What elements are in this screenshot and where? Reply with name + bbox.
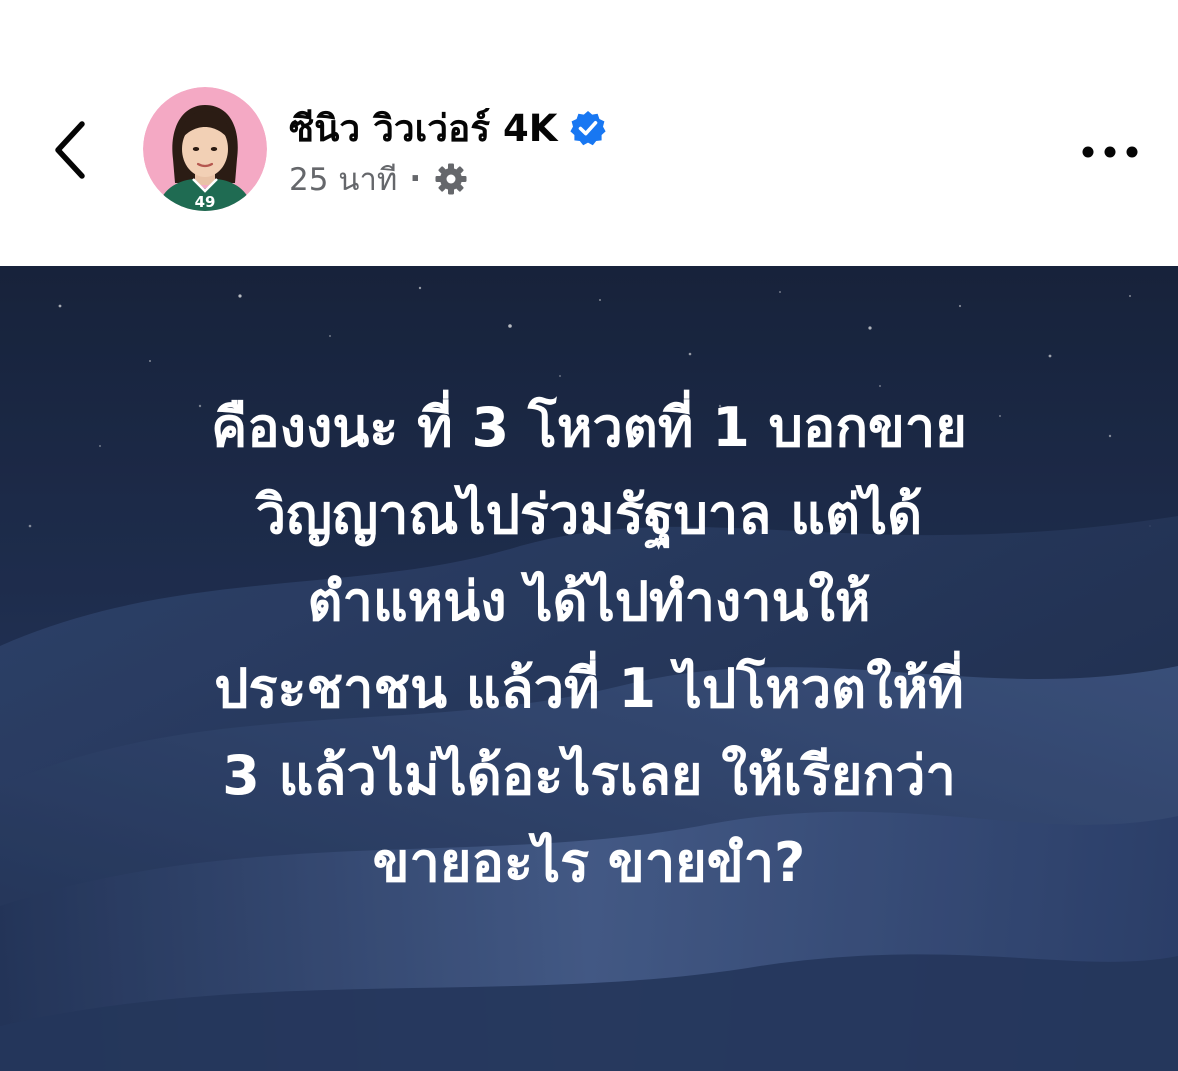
avatar[interactable]: 49	[143, 87, 267, 211]
post-text: คืองงนะ ที่ 3 โหวตที่ 1 บอกขาย วิญญาณไปร…	[40, 384, 1138, 906]
meta-separator: ·	[409, 161, 422, 197]
author-name[interactable]: ซีนิว วิวเว่อร์ 4K	[289, 99, 557, 158]
back-button[interactable]	[40, 112, 104, 188]
more-horizontal-icon	[1082, 146, 1138, 158]
post-text-line: 3 แล้วไม่ได้อะไรเลย ให้เรียกว่า	[222, 744, 956, 807]
post-text-line: ตำแหน่ง ได้ไปทำงานให้	[307, 570, 871, 633]
gear-icon[interactable]	[433, 161, 469, 197]
post-page: 49 ซีนิว วิวเว่อร์ 4K 25 นาที · คืองงนะ …	[0, 0, 1178, 1071]
post-text-line: คืองงนะ ที่ 3 โหวตที่ 1 บอกขาย	[211, 396, 967, 459]
post-text-line: ขายอะไร ขายขำ?	[372, 831, 806, 894]
post-meta: 25 นาที ·	[289, 156, 469, 202]
author-row: ซีนิว วิวเว่อร์ 4K	[289, 100, 607, 156]
more-options-button[interactable]	[1070, 130, 1150, 174]
verified-badge-icon	[570, 111, 607, 146]
avatar-jersey-number: 49	[195, 193, 216, 211]
chevron-left-icon	[55, 121, 85, 179]
avatar-image: 49	[143, 87, 267, 211]
post-timestamp[interactable]: 25 นาที	[289, 154, 397, 204]
post-text-line: วิญญาณไปร่วมรัฐบาล แต่ได้	[255, 483, 923, 546]
post-header: 49 ซีนิว วิวเว่อร์ 4K 25 นาที ·	[0, 0, 1178, 266]
post-content[interactable]: คืองงนะ ที่ 3 โหวตที่ 1 บอกขาย วิญญาณไปร…	[0, 266, 1178, 1071]
post-text-line: ประชาชน แล้วที่ 1 ไปโหวตให้ที่	[214, 657, 964, 720]
